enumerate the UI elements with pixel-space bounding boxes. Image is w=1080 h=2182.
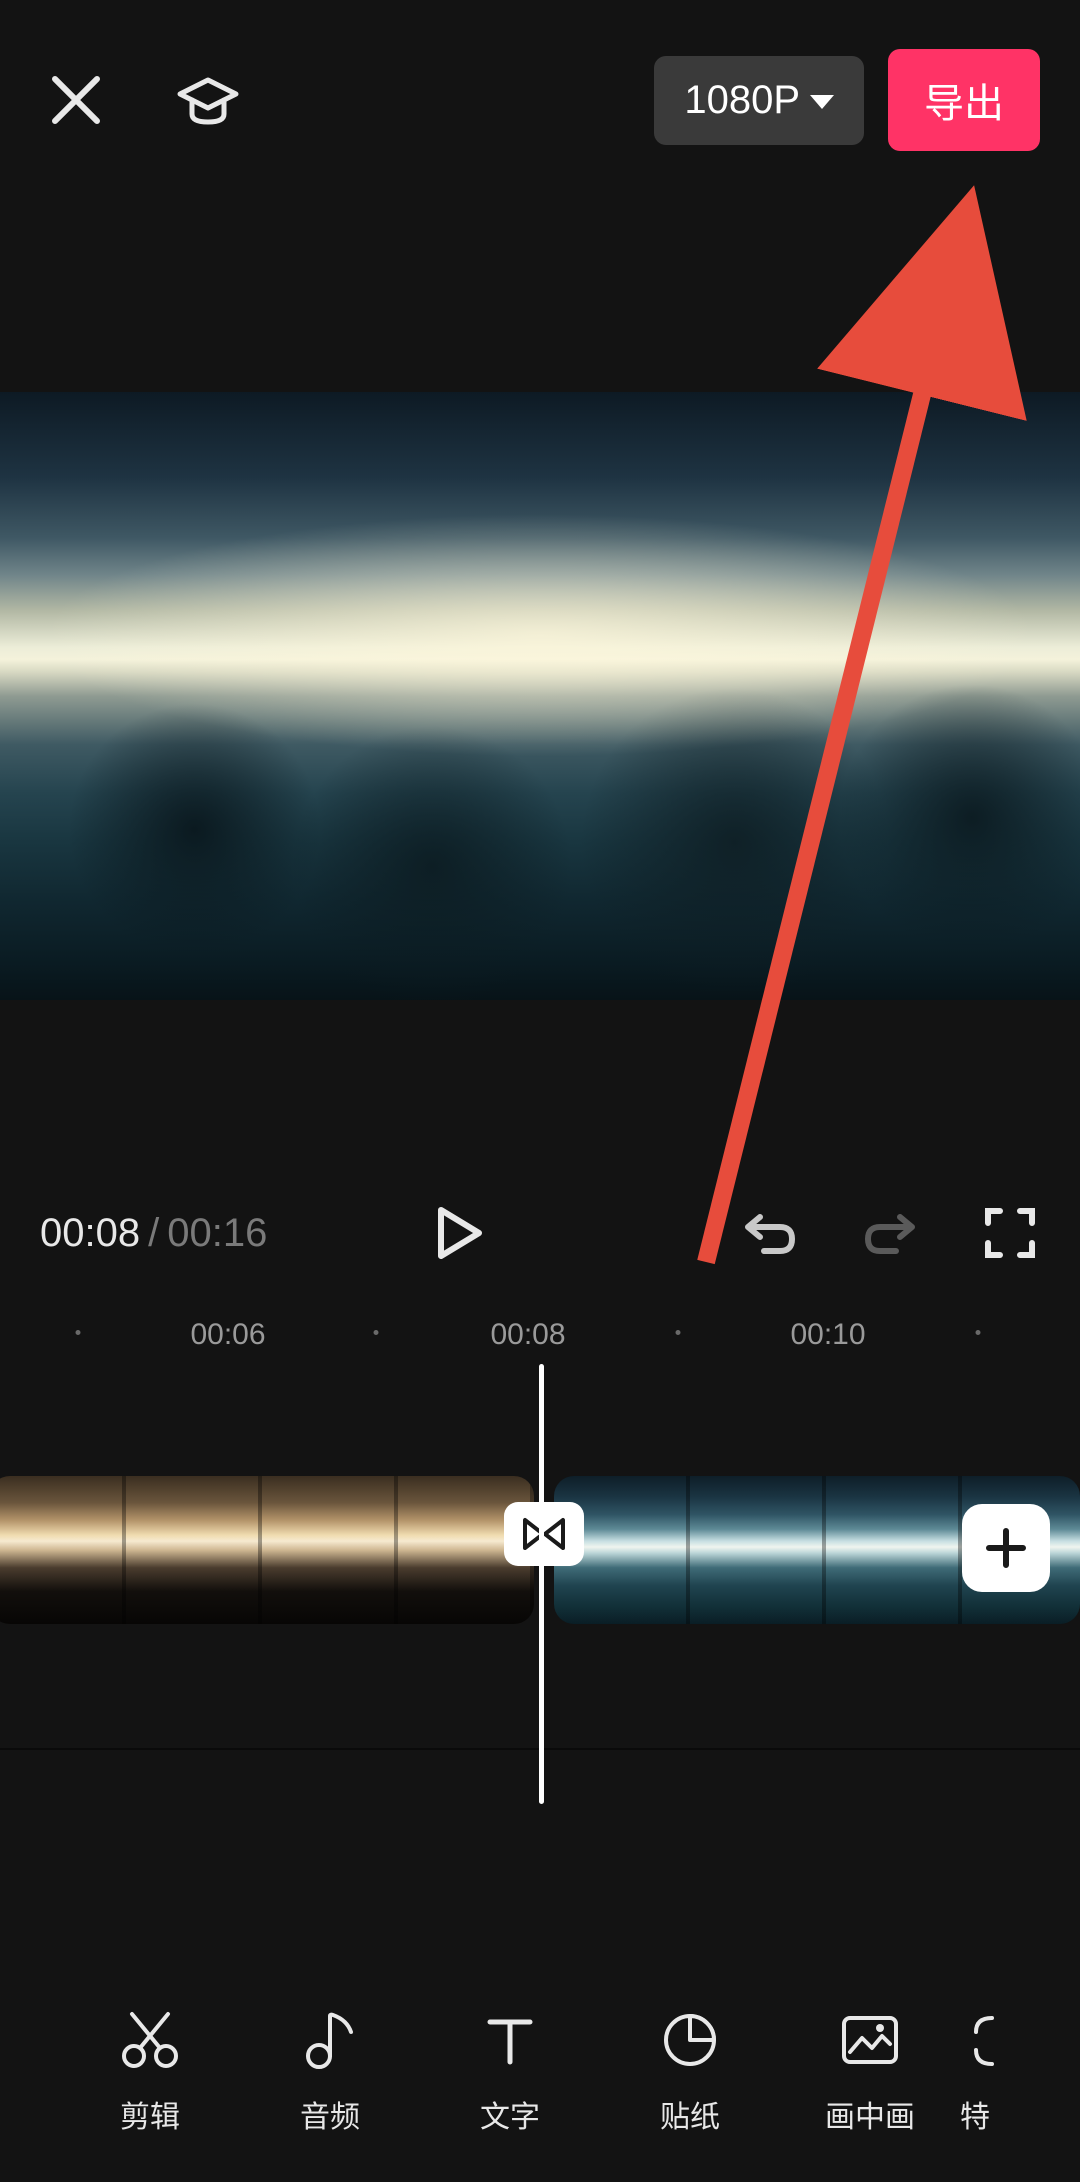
chevron-down-icon xyxy=(810,95,834,109)
playhead[interactable] xyxy=(539,1364,544,1804)
play-button[interactable] xyxy=(429,1203,489,1263)
playback-bar: 00:08 / 00:16 xyxy=(0,1178,1080,1288)
scissors-icon xyxy=(118,2008,182,2072)
ruler-dot xyxy=(374,1330,379,1335)
tutorial-icon[interactable] xyxy=(172,64,244,136)
add-clip-button[interactable] xyxy=(962,1504,1050,1592)
tool-label: 音频 xyxy=(300,2092,360,2136)
play-center xyxy=(177,1203,740,1263)
ruler-dot xyxy=(676,1330,681,1335)
tool-label: 特 xyxy=(960,2092,990,2136)
tool-label: 文字 xyxy=(480,2092,540,2136)
top-left-group xyxy=(40,64,244,136)
export-label: 导出 xyxy=(924,82,1004,126)
fullscreen-button[interactable] xyxy=(980,1203,1040,1263)
ruler-tick: 00:06 xyxy=(190,1318,265,1352)
tool-label: 画中画 xyxy=(825,2092,915,2136)
picture-in-picture-icon xyxy=(838,2008,902,2072)
close-icon[interactable] xyxy=(40,64,112,136)
play-right-group xyxy=(740,1203,1040,1263)
resolution-button[interactable]: 1080P xyxy=(654,56,864,145)
text-icon xyxy=(478,2008,542,2072)
tool-label: 贴纸 xyxy=(660,2092,720,2136)
effects-icon xyxy=(960,2008,1024,2072)
tool-label: 剪辑 xyxy=(120,2092,180,2136)
tool-text[interactable]: 文字 xyxy=(420,2008,600,2136)
ruler-tick: 00:10 xyxy=(790,1318,865,1352)
timeline-ruler[interactable]: 00:06 00:08 00:10 xyxy=(0,1300,1080,1360)
export-button[interactable]: 导出 xyxy=(888,49,1040,151)
clip-1[interactable] xyxy=(0,1476,534,1624)
ruler-dot xyxy=(976,1330,981,1335)
tool-edit[interactable]: 剪辑 xyxy=(60,2008,240,2136)
transition-button[interactable] xyxy=(504,1502,584,1566)
tool-sticker[interactable]: 贴纸 xyxy=(600,2008,780,2136)
sticker-icon xyxy=(658,2008,722,2072)
ruler-dot xyxy=(76,1330,81,1335)
top-bar: 1080P 导出 xyxy=(0,0,1080,200)
annotation-arrow xyxy=(0,0,1080,2182)
music-note-icon xyxy=(298,2008,362,2072)
redo-button[interactable] xyxy=(860,1203,920,1263)
tool-pip[interactable]: 画中画 xyxy=(780,2008,960,2136)
bottom-toolbar: 剪辑 音频 文字 贴纸 画中画 特 xyxy=(0,1962,1080,2182)
current-time: 00:08 xyxy=(40,1211,140,1256)
undo-button[interactable] xyxy=(740,1203,800,1263)
tool-effects-peek[interactable]: 特 xyxy=(960,2008,1020,2136)
tool-audio[interactable]: 音频 xyxy=(240,2008,420,2136)
time-separator: / xyxy=(148,1211,159,1256)
resolution-label: 1080P xyxy=(684,78,800,123)
ruler-tick: 00:08 xyxy=(490,1318,565,1352)
video-preview[interactable] xyxy=(0,392,1080,1000)
